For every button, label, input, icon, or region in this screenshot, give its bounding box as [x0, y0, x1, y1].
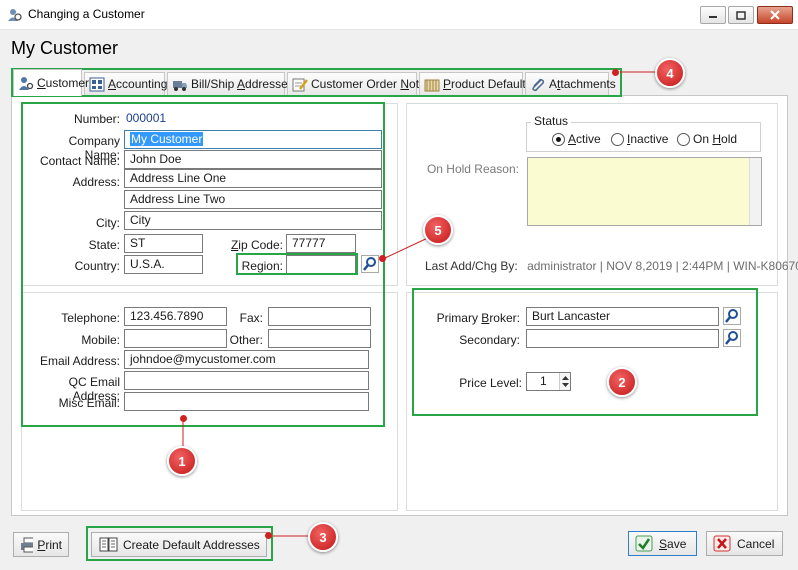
callout-badge-3: 3 — [308, 522, 338, 552]
callout-dot-3 — [265, 532, 272, 539]
callout-badge-1: 1 — [167, 446, 197, 476]
callout-dot-4 — [612, 69, 619, 76]
callout-badge-4: 4 — [655, 58, 685, 88]
callout-badge-5: 5 — [423, 215, 453, 245]
callout-lines — [182, 71, 660, 537]
customer-icon — [18, 76, 34, 91]
callout-dot-1 — [180, 415, 187, 422]
callout-dot-5 — [379, 255, 386, 262]
callout-badge-2: 2 — [607, 367, 637, 397]
tab-customer[interactable]: Customer — [13, 69, 89, 96]
